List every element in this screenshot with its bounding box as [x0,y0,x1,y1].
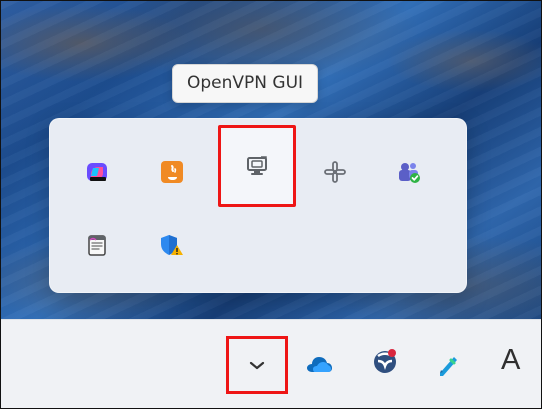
pen-tray-item[interactable] [430,347,464,381]
tray-item-java-update[interactable] [144,144,200,200]
onedrive-tray-item[interactable] [302,349,336,383]
screenshot-frame: OpenVPN GUI A [0,0,542,409]
show-hidden-icons-button[interactable] [226,336,288,394]
system-tray-overflow-flyout [49,118,467,293]
tray-item-windows-security-warning[interactable] [144,217,200,273]
teams-icon [399,163,420,183]
openvpn-gui-icon [247,156,267,175]
copilot-icon [87,163,107,181]
tray-item-notepad[interactable] [69,217,125,273]
onedrive-icon [307,357,332,372]
slack-icon [324,161,346,183]
security-icon [374,349,396,373]
taskbar: A [1,319,541,408]
tray-item-copilot[interactable] [69,144,125,200]
keyboard-layout-indicator[interactable]: A [501,346,520,375]
notepad-icon [88,235,106,256]
chevron-up-icon [249,361,265,370]
pen-icon [440,357,457,376]
tray-item-teams[interactable] [381,144,437,200]
tray-item-openvpn-gui[interactable] [218,125,296,207]
security-tray-item[interactable] [368,345,402,379]
windows-security-warning-icon [161,235,183,255]
tooltip-text: OpenVPN GUI [187,73,304,93]
java-update-icon [161,161,183,183]
tray-item-slack[interactable] [307,144,363,200]
tooltip: OpenVPN GUI [172,64,319,103]
